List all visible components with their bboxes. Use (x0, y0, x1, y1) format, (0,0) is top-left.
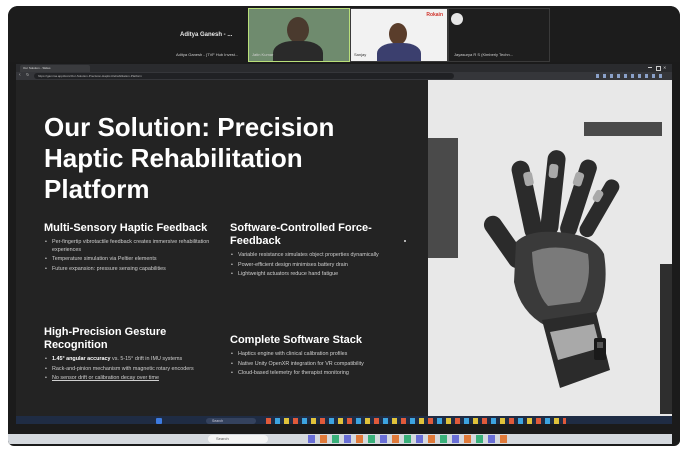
refresh-icon[interactable]: ↻ (26, 72, 29, 77)
address-bar: ‹ ↻ https://gamma.app/docs/Our-Solution-… (16, 72, 672, 80)
meeting-strip: Aditya Ganesh - ... Rokain Aditya Ganesh… (8, 6, 680, 62)
section-heading: Software-Controlled Force-Feedback (230, 222, 372, 247)
bullet-text: vs. 5-15° drift in IMU systems (110, 356, 183, 362)
minimize-icon[interactable] (648, 67, 652, 68)
local-screen-bottom: Search (8, 424, 680, 444)
brand-avatar (451, 13, 463, 25)
window-controls: ✕ (648, 65, 668, 71)
bullet-item: Power-efficient design minimises battery… (230, 262, 400, 270)
bullet-item: Haptics engine with clinical calibration… (230, 351, 400, 359)
deco-bar-top (584, 122, 662, 136)
bullet-text: Rack-and-pinion mechanism with magnetic … (52, 365, 194, 372)
local-taskbar-icons (308, 435, 508, 443)
bullet-item: No sensor drift or calibration decay ove… (44, 375, 214, 383)
participant-label: Aditya Ganesh - (TVF Hub Invest... (176, 52, 239, 57)
url-input[interactable]: https://gamma.app/docs/Our-Solution-Prec… (34, 73, 454, 79)
local-taskbar-search[interactable]: Search (208, 435, 268, 443)
tab-bar: Our Solution - Slides ✕ (16, 64, 672, 72)
close-icon[interactable]: ✕ (663, 65, 666, 70)
haptic-glove-illustration (483, 150, 620, 388)
participant-avatar (287, 17, 309, 43)
photo-frame: Aditya Ganesh - ... Rokain Aditya Ganesh… (0, 0, 686, 451)
bullet-bold: 1.45° angular accuracy (52, 356, 111, 362)
section-force-feedback: Software-Controlled Force-Feedback Varia… (230, 222, 400, 281)
section-gesture-recognition: High-Precision Gesture Recognition 1.45°… (44, 326, 214, 385)
participant-avatar (389, 23, 407, 45)
participant-label: Sanjay (354, 52, 367, 57)
bullet-text: No sensor drift or calibration decay ove… (52, 375, 159, 381)
participant-labels: Aditya Ganesh - (TVF Hub Invest... Jatin… (8, 52, 680, 62)
section-software-stack: Complete Software Stack Haptics engine w… (230, 334, 400, 380)
bullet-item: Cloud-based telemetry for therapist moni… (230, 370, 400, 378)
browser-tab[interactable]: Our Solution - Slides (20, 65, 90, 72)
local-taskbar: Search (8, 434, 672, 444)
back-icon[interactable]: ‹ (19, 72, 21, 78)
extension-icons (596, 74, 666, 78)
maximize-icon[interactable] (656, 66, 661, 71)
slide-image-panel (428, 80, 672, 416)
slide-text-panel: Our Solution: Precision Haptic Rehabilit… (16, 80, 428, 416)
section-heading: Multi-Sensory Haptic Feedback (44, 222, 208, 234)
monitor-screen: Aditya Ganesh - ... Rokain Aditya Ganesh… (8, 6, 680, 446)
bullet-item: Future expansion: pressure sensing capab… (44, 266, 214, 274)
bullet-item: 1.45° angular accuracy vs. 5-15° drift i… (44, 356, 214, 364)
deco-block-left (428, 138, 458, 258)
participant-label: Jatin Kumar (252, 52, 274, 57)
bullet-item: Rack-and-pinion mechanism with magnetic … (44, 366, 214, 374)
presentation-slide: Our Solution: Precision Haptic Rehabilit… (16, 80, 672, 416)
section-haptic-feedback: Multi-Sensory Haptic Feedback Per-finger… (44, 222, 214, 275)
bullet-item: Lightweight actuators reduce hand fatigu… (230, 271, 400, 279)
section-heading: Complete Software Stack (230, 334, 363, 346)
cursor-dot (404, 240, 406, 242)
bullet-item: Per-fingertip vibrotactile feedback crea… (44, 239, 214, 254)
browser-window: Our Solution - Slides ✕ ‹ ↻ https://gamm… (16, 64, 672, 426)
deco-block-right (660, 264, 672, 414)
bullet-item: Native Unity OpenXR integration for VR c… (230, 361, 400, 369)
slide-title: Our Solution: Precision Haptic Rehabilit… (44, 112, 335, 204)
bullet-item: Variable resistance simulates object pro… (230, 252, 400, 260)
participant-label: Jayasurya R S (Kimberly Techn... (454, 52, 514, 57)
section-heading: High-Precision Gesture Recognition (44, 326, 167, 351)
bullet-item: Temperature simulation via Peltier eleme… (44, 256, 214, 264)
brand-logo: Rokain (426, 12, 443, 18)
participant-name: Aditya Ganesh - ... (180, 32, 233, 38)
